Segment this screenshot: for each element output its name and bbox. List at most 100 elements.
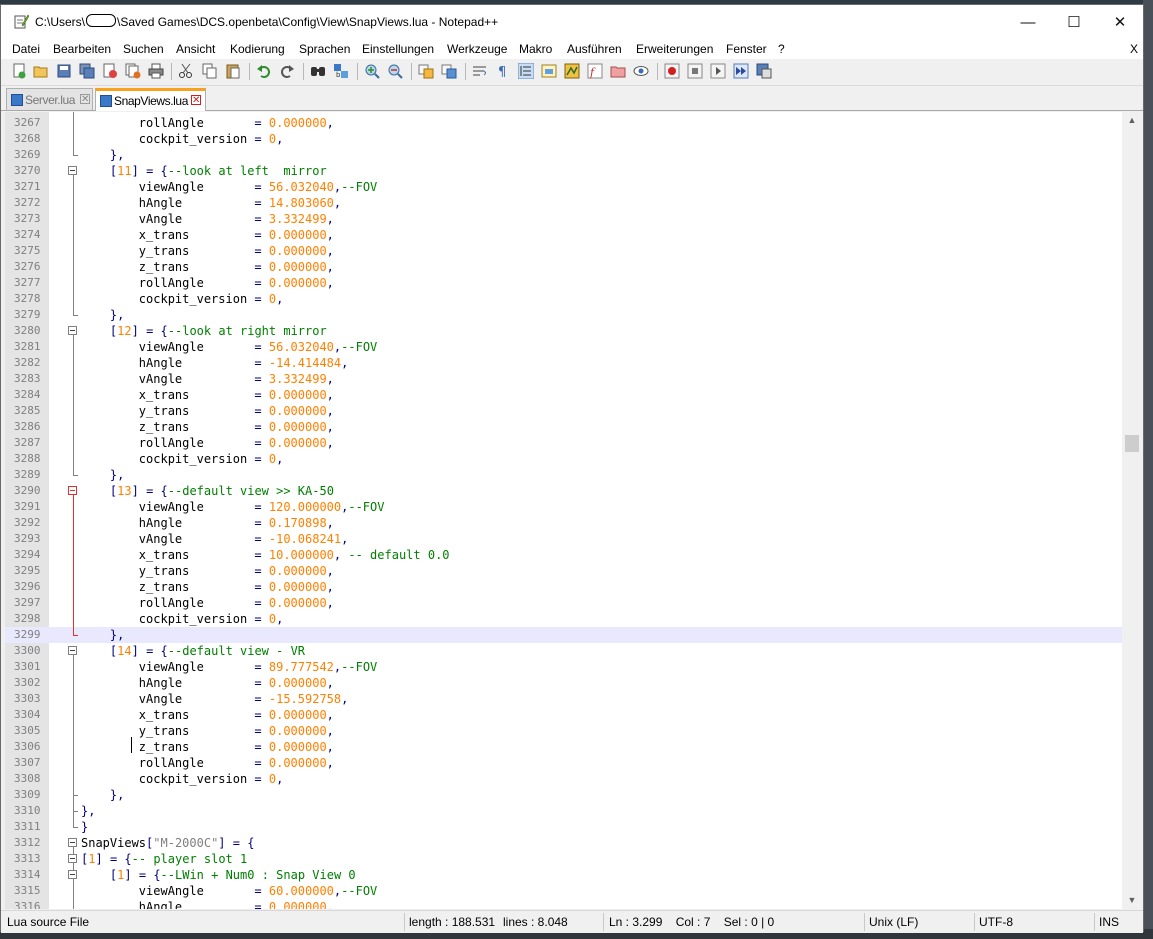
- fold-toggle-icon[interactable]: [68, 486, 77, 495]
- code-line[interactable]: 3313 [1] = {-- player slot 1: [5, 851, 1122, 867]
- menu-einstellungen[interactable]: Einstellungen: [362, 42, 434, 56]
- maximize-button[interactable]: ☐: [1051, 5, 1097, 39]
- code-line[interactable]: 3295 y_trans = 0.000000,: [5, 563, 1122, 579]
- fold-toggle-icon[interactable]: [68, 326, 77, 335]
- code-line[interactable]: 3311}: [5, 819, 1122, 835]
- code-line[interactable]: 3280 [12] = {--look at right mirror: [5, 323, 1122, 339]
- find-icon[interactable]: [310, 63, 326, 79]
- code-line[interactable]: 3316 hAngle = 0.000000,: [5, 899, 1122, 909]
- close-all-icon[interactable]: [125, 63, 141, 79]
- record-macro-icon[interactable]: [664, 63, 680, 79]
- scrollbar-thumb[interactable]: [1125, 435, 1139, 452]
- code-line[interactable]: 3291 viewAngle = 120.000000,--FOV: [5, 499, 1122, 515]
- save-macro-icon[interactable]: [756, 63, 772, 79]
- monitoring-eye-icon[interactable]: [633, 63, 649, 79]
- tab-close-icon[interactable]: ✕: [191, 95, 201, 106]
- code-line[interactable]: 3310},: [5, 803, 1122, 819]
- code-line[interactable]: 3294 x_trans = 10.000000, -- default 0.0: [5, 547, 1122, 563]
- code-line[interactable]: 3278 cockpit_version = 0,: [5, 291, 1122, 307]
- zoom-in-icon[interactable]: [364, 63, 380, 79]
- close-document-x[interactable]: X: [1130, 42, 1138, 56]
- code-line[interactable]: 3269 },: [5, 147, 1122, 163]
- sync-horizontal-scroll-icon[interactable]: [441, 63, 457, 79]
- code-line[interactable]: 3304 x_trans = 0.000000,: [5, 707, 1122, 723]
- menu-makro[interactable]: Makro: [519, 42, 552, 56]
- code-line[interactable]: 3303 vAngle = -15.592758,: [5, 691, 1122, 707]
- code-editor[interactable]: 3267 rollAngle = 0.000000, 3268 cockpit_v…: [5, 112, 1122, 909]
- scroll-up-arrow-icon[interactable]: ▲: [1122, 112, 1142, 129]
- code-line[interactable]: 3312 SnapViews["M-2000C"] = {: [5, 835, 1122, 851]
- menu-help[interactable]: ?: [778, 42, 785, 56]
- run-macro-multiple-icon[interactable]: [733, 63, 749, 79]
- close-button[interactable]: ✕: [1097, 5, 1143, 39]
- code-line[interactable]: 3287 rollAngle = 0.000000,: [5, 435, 1122, 451]
- indent-guide-icon[interactable]: [518, 63, 534, 79]
- title-bar[interactable]: C:\Users\ \Saved Games\DCS.openbeta\Confi…: [1, 5, 1143, 39]
- code-line[interactable]: 3275 y_trans = 0.000000,: [5, 243, 1122, 259]
- zoom-out-icon[interactable]: [387, 63, 403, 79]
- sync-vertical-scroll-icon[interactable]: [418, 63, 434, 79]
- code-line[interactable]: 3296 z_trans = 0.000000,: [5, 579, 1122, 595]
- code-line[interactable]: 3298 cockpit_version = 0,: [5, 611, 1122, 627]
- code-line[interactable]: 3300 [14] = {--default view - VR: [5, 643, 1122, 659]
- copy-icon[interactable]: [202, 63, 218, 79]
- menu-ansicht[interactable]: Ansicht: [176, 42, 215, 56]
- cut-icon[interactable]: [178, 63, 194, 79]
- menu-werkzeuge[interactable]: Werkzeuge: [447, 42, 507, 56]
- document-map-icon[interactable]: [564, 63, 580, 79]
- code-line[interactable]: 3268 cockpit_version = 0,: [5, 131, 1122, 147]
- code-line[interactable]: 3282 hAngle = -14.414484,: [5, 355, 1122, 371]
- code-line[interactable]: 3308 cockpit_version = 0,: [5, 771, 1122, 787]
- code-line[interactable]: 3299 },: [5, 627, 1122, 643]
- menu-bearbeiten[interactable]: Bearbeiten: [53, 42, 111, 56]
- menu-suchen[interactable]: Suchen: [123, 42, 164, 56]
- code-line[interactable]: 3290 [13] = {--default view >> KA-50: [5, 483, 1122, 499]
- menu-ausfuehren[interactable]: Ausführen: [567, 42, 622, 56]
- code-line[interactable]: 3286 z_trans = 0.000000,: [5, 419, 1122, 435]
- code-line[interactable]: 3267 rollAngle = 0.000000,: [5, 115, 1122, 131]
- user-defined-language-icon[interactable]: [541, 63, 557, 79]
- code-line[interactable]: 3283 vAngle = 3.332499,: [5, 371, 1122, 387]
- menu-datei[interactable]: Datei: [12, 42, 40, 56]
- code-line[interactable]: 3302 hAngle = 0.000000,: [5, 675, 1122, 691]
- code-line[interactable]: 3293 vAngle = -10.068241,: [5, 531, 1122, 547]
- menu-fenster[interactable]: Fenster: [726, 42, 767, 56]
- code-line[interactable]: 3301 viewAngle = 89.777542,--FOV: [5, 659, 1122, 675]
- code-line[interactable]: 3306 z_trans = 0.000000,: [5, 739, 1122, 755]
- word-wrap-icon[interactable]: [472, 63, 488, 79]
- replace-icon[interactable]: b: [333, 63, 349, 79]
- vertical-scrollbar[interactable]: ▲ ▼: [1122, 112, 1142, 909]
- fold-toggle-icon[interactable]: [68, 166, 77, 175]
- code-line[interactable]: 3281 viewAngle = 56.032040,--FOV: [5, 339, 1122, 355]
- fold-toggle-icon[interactable]: [68, 646, 77, 655]
- code-line[interactable]: 3305 y_trans = 0.000000,: [5, 723, 1122, 739]
- fold-toggle-icon[interactable]: [68, 838, 77, 847]
- code-line[interactable]: 3277 rollAngle = 0.000000,: [5, 275, 1122, 291]
- code-line[interactable]: 3288 cockpit_version = 0,: [5, 451, 1122, 467]
- code-line[interactable]: 3272 hAngle = 14.803060,: [5, 195, 1122, 211]
- stop-macro-icon[interactable]: [687, 63, 703, 79]
- code-line[interactable]: 3285 y_trans = 0.000000,: [5, 403, 1122, 419]
- function-list-icon[interactable]: f: [587, 63, 603, 79]
- tab-server-lua[interactable]: Server.lua ✕: [6, 88, 93, 110]
- menu-kodierung[interactable]: Kodierung: [230, 42, 285, 56]
- code-line[interactable]: 3271 viewAngle = 56.032040,--FOV: [5, 179, 1122, 195]
- code-line[interactable]: 3273 vAngle = 3.332499,: [5, 211, 1122, 227]
- minimize-button[interactable]: —: [1005, 5, 1051, 39]
- code-line[interactable]: 3297 rollAngle = 0.000000,: [5, 595, 1122, 611]
- open-file-icon[interactable]: [33, 63, 49, 79]
- paste-icon[interactable]: [225, 63, 241, 79]
- tab-snapviews-lua[interactable]: SnapViews.lua ✕: [95, 88, 206, 111]
- code-line[interactable]: 3292 hAngle = 0.170898,: [5, 515, 1122, 531]
- code-line[interactable]: 3315 viewAngle = 60.000000,--FOV: [5, 883, 1122, 899]
- save-all-icon[interactable]: [79, 63, 95, 79]
- undo-icon[interactable]: [256, 63, 272, 79]
- code-line[interactable]: 3279 },: [5, 307, 1122, 323]
- code-line[interactable]: 3289 },: [5, 467, 1122, 483]
- close-file-icon[interactable]: [102, 63, 118, 79]
- code-line[interactable]: 3270 [11] = {--look at left mirror: [5, 163, 1122, 179]
- fold-toggle-icon[interactable]: [68, 854, 77, 863]
- menu-erweiterungen[interactable]: Erweiterungen: [636, 42, 713, 56]
- print-icon[interactable]: [148, 63, 164, 79]
- save-icon[interactable]: [56, 63, 72, 79]
